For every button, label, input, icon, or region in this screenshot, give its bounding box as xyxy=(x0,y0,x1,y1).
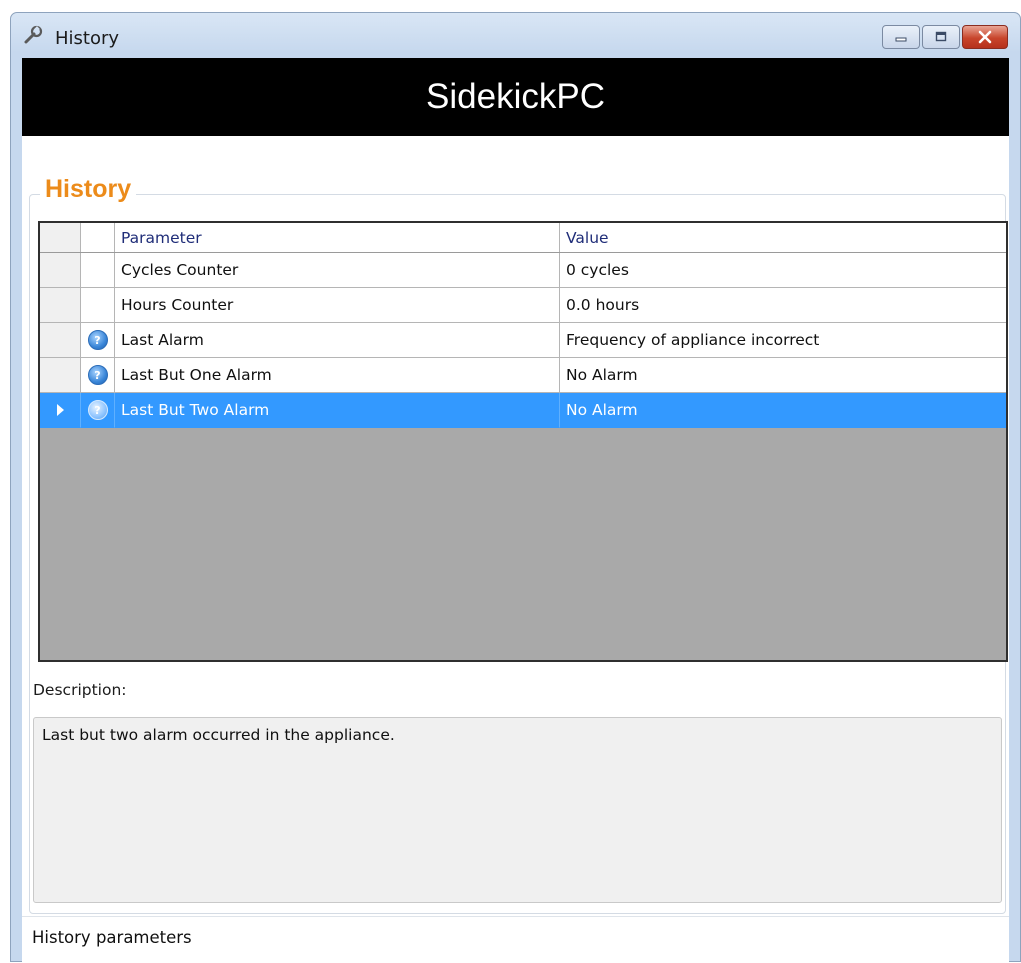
table-row[interactable]: Hours Counter 0.0 hours xyxy=(40,288,1006,323)
row-icon-cell xyxy=(81,288,115,323)
row-icon-cell: ? xyxy=(81,358,115,393)
group-title: History xyxy=(40,175,137,204)
wrench-icon xyxy=(23,25,43,45)
help-icon[interactable]: ? xyxy=(87,365,108,385)
row-selector[interactable] xyxy=(40,323,81,358)
column-header-parameter[interactable]: Parameter xyxy=(115,223,560,252)
current-row-arrow-icon xyxy=(56,404,64,416)
minimize-icon xyxy=(895,37,907,42)
row-icon-cell xyxy=(81,253,115,288)
maximize-icon xyxy=(935,31,947,42)
row-selector[interactable] xyxy=(40,253,81,288)
window-controls xyxy=(882,25,1008,49)
status-divider xyxy=(22,916,1009,917)
parameter-cell[interactable]: Hours Counter xyxy=(115,288,560,323)
minimize-button[interactable] xyxy=(882,25,920,49)
table-row[interactable]: Cycles Counter 0 cycles xyxy=(40,253,1006,288)
maximize-button[interactable] xyxy=(922,25,960,49)
app-banner: SidekickPC xyxy=(22,58,1009,136)
header-selector-cell xyxy=(40,223,81,252)
help-icon[interactable]: ? xyxy=(87,330,108,350)
parameter-cell[interactable]: Last But One Alarm xyxy=(115,358,560,393)
title-bar[interactable]: History xyxy=(11,13,1020,57)
parameter-cell[interactable]: Cycles Counter xyxy=(115,253,560,288)
description-label: Description: xyxy=(33,681,127,699)
history-window: History SidekickPC History Parameter Val… xyxy=(10,12,1021,963)
row-selector[interactable] xyxy=(40,288,81,323)
history-group: History Parameter Value Cycles Counter 0… xyxy=(29,175,1008,914)
banner-title: SidekickPC xyxy=(426,77,605,116)
close-icon xyxy=(978,30,992,44)
table-row-selected[interactable]: ? Last But Two Alarm No Alarm xyxy=(40,393,1006,428)
value-cell[interactable]: Frequency of appliance incorrect xyxy=(560,323,1006,358)
row-icon-cell: ? xyxy=(81,323,115,358)
row-icon-cell: ? xyxy=(81,393,115,428)
value-cell[interactable]: 0.0 hours xyxy=(560,288,1006,323)
client-area: SidekickPC History Parameter Value Cycle… xyxy=(22,58,1009,963)
table-row[interactable]: ? Last Alarm Frequency of appliance inco… xyxy=(40,323,1006,358)
header-icon-cell xyxy=(81,223,115,252)
close-button[interactable] xyxy=(962,25,1008,49)
row-selector[interactable] xyxy=(40,393,81,428)
parameter-cell[interactable]: Last Alarm xyxy=(115,323,560,358)
value-cell[interactable]: No Alarm xyxy=(560,358,1006,393)
status-text: History parameters xyxy=(32,928,192,947)
history-grid[interactable]: Parameter Value Cycles Counter 0 cycles … xyxy=(38,221,1008,662)
column-header-value[interactable]: Value xyxy=(560,223,1006,252)
row-selector[interactable] xyxy=(40,358,81,393)
help-icon[interactable]: ? xyxy=(87,400,108,420)
value-cell[interactable]: 0 cycles xyxy=(560,253,1006,288)
grid-header: Parameter Value xyxy=(40,223,1006,253)
value-cell[interactable]: No Alarm xyxy=(560,393,1006,428)
description-box[interactable]: Last but two alarm occurred in the appli… xyxy=(33,717,1002,903)
table-row[interactable]: ? Last But One Alarm No Alarm xyxy=(40,358,1006,393)
window-title: History xyxy=(55,28,120,49)
parameter-cell[interactable]: Last But Two Alarm xyxy=(115,393,560,428)
